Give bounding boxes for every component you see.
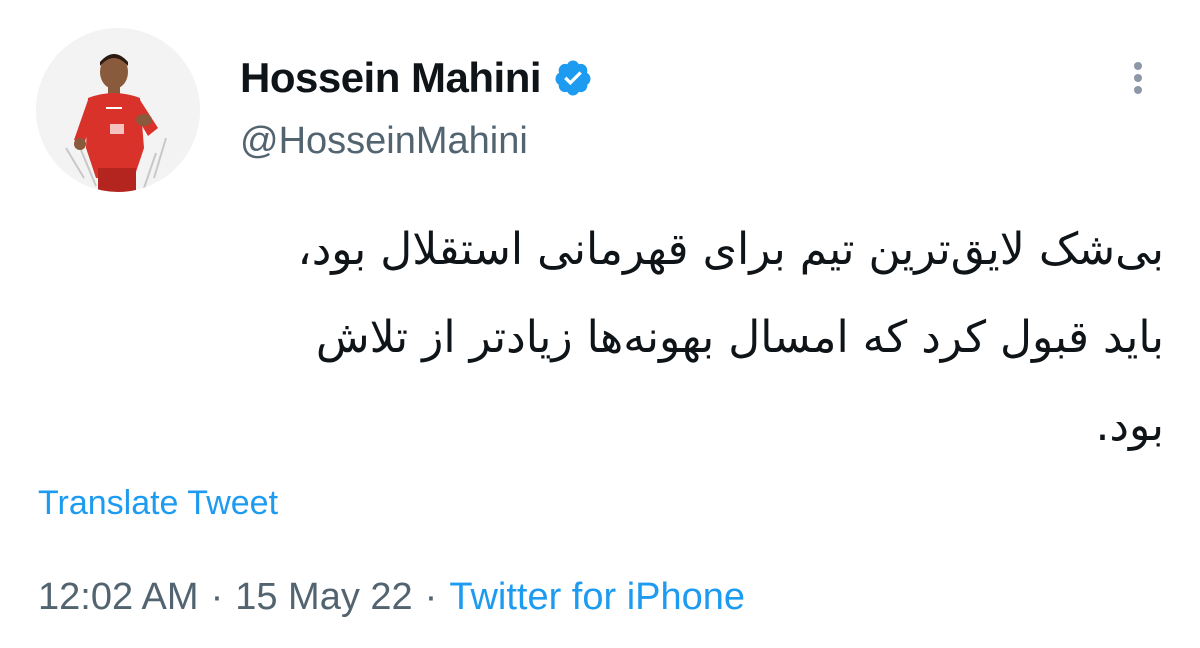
tweet-source-link[interactable]: Twitter for iPhone xyxy=(449,576,745,619)
more-options-icon[interactable] xyxy=(1118,54,1158,102)
avatar[interactable] xyxy=(36,28,200,192)
tweet-time[interactable]: 12:02 AM xyxy=(38,576,199,619)
translate-tweet-link[interactable]: Translate Tweet xyxy=(38,484,278,523)
tweet-text-line: باید قبول کرد که امسال بهونه‌ها زیادتر ا… xyxy=(315,312,1164,363)
tweet-meta: 12:02 AM · 15 May 22 · Twitter for iPhon… xyxy=(38,576,745,619)
verified-badge-icon xyxy=(553,58,593,98)
name-row: Hossein Mahini xyxy=(240,50,593,106)
tweet-card: Hossein Mahini @HosseinMahini بی‌شک لایق… xyxy=(0,0,1200,648)
tweet-text-line: بود. xyxy=(1095,400,1164,451)
tweet-date[interactable]: 15 May 22 xyxy=(235,576,412,619)
meta-separator: · xyxy=(424,576,438,618)
meta-separator: · xyxy=(210,576,224,618)
tweet-text: بی‌شک لایق‌ترین تیم برای قهرمانی استقلال… xyxy=(34,206,1165,470)
display-name[interactable]: Hossein Mahini xyxy=(240,54,542,102)
user-handle[interactable]: @HosseinMahini xyxy=(240,120,528,163)
tweet-text-line: بی‌شک لایق‌ترین تیم برای قهرمانی استقلال… xyxy=(297,224,1165,275)
player-illustration xyxy=(36,28,200,192)
